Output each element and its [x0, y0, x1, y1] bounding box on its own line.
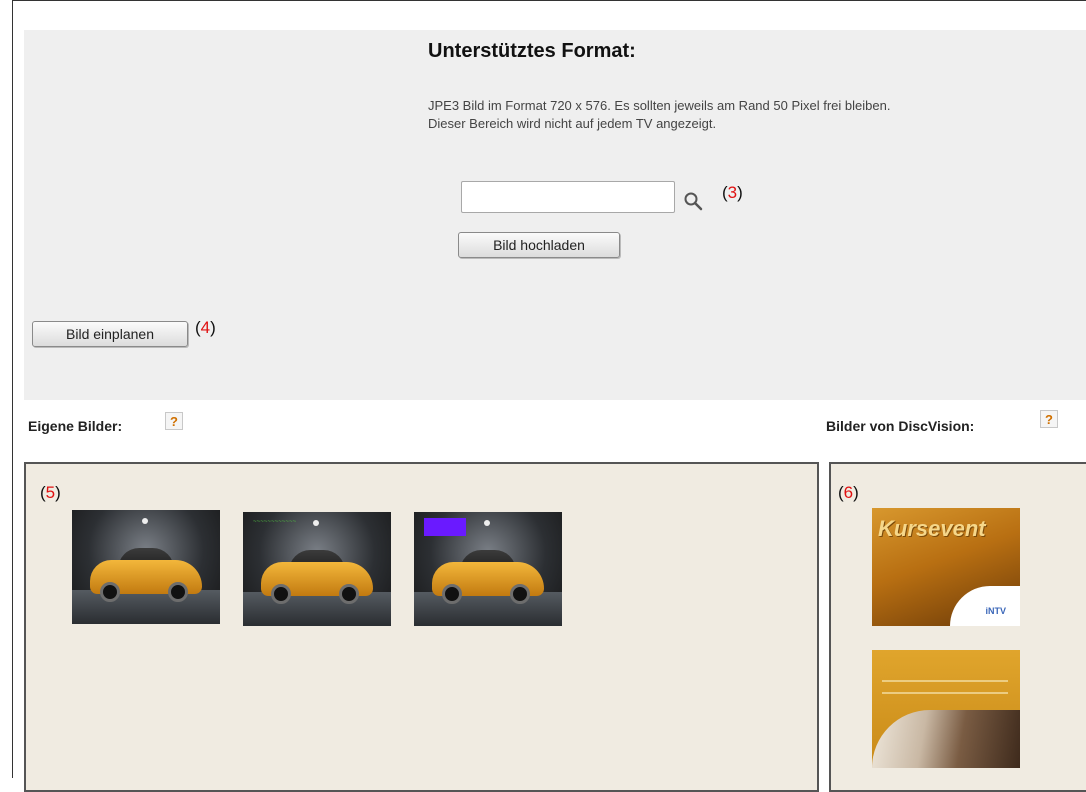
- wheel-shape: [339, 584, 359, 604]
- callout-5: (5): [40, 483, 61, 503]
- format-heading: Unterstütztes Format:: [428, 40, 636, 62]
- callout-4-close: ): [210, 318, 216, 337]
- moon-icon: [484, 520, 490, 526]
- help-icon-discvision[interactable]: ?: [1040, 410, 1058, 428]
- purple-box-overlay: [424, 518, 466, 536]
- moon-icon: [142, 518, 148, 524]
- callout-3-number: 3: [727, 183, 738, 202]
- callout-4-number: 4: [200, 318, 211, 337]
- discvision-image-thumb-2[interactable]: [872, 650, 1020, 768]
- wheel-shape: [510, 584, 530, 604]
- discvision-images-title: Bilder von DiscVision:: [826, 418, 975, 434]
- callout-3-close: ): [737, 183, 743, 202]
- floor-shape: [414, 592, 562, 626]
- promo-text-lines: [882, 680, 1008, 694]
- moon-icon: [313, 520, 319, 526]
- wheel-shape: [100, 582, 120, 602]
- search-icon[interactable]: [682, 190, 704, 212]
- wheel-shape: [442, 584, 462, 604]
- file-path-input[interactable]: [461, 181, 675, 213]
- callout-4: (4): [195, 318, 216, 338]
- schedule-image-button[interactable]: Bild einplanen: [32, 321, 188, 347]
- floor-shape: [72, 590, 220, 624]
- wheel-shape: [271, 584, 291, 604]
- callout-3: (3): [722, 183, 743, 203]
- floor-shape: [243, 592, 391, 626]
- own-image-thumb-1[interactable]: [72, 510, 220, 624]
- callout-5-close: ): [55, 483, 61, 502]
- callout-6: (6): [838, 483, 859, 503]
- format-description-line2: Dieser Bereich wird nicht auf jedem TV a…: [428, 116, 717, 131]
- format-description-line1: JPE3 Bild im Format 720 x 576. Es sollte…: [428, 98, 891, 113]
- help-icon-own[interactable]: ?: [165, 412, 183, 430]
- kursevent-logo-text: Kursevent: [878, 516, 986, 541]
- wheel-shape: [168, 582, 188, 602]
- green-text-overlay: ~~~~~~~~~~~~: [253, 518, 297, 525]
- own-images-title: Eigene Bilder:: [28, 418, 123, 434]
- intv-logo: iNTV: [985, 606, 1006, 616]
- upload-image-button[interactable]: Bild hochladen: [458, 232, 620, 258]
- promo-image: [872, 710, 1020, 768]
- own-image-thumb-2[interactable]: ~~~~~~~~~~~~: [243, 512, 391, 626]
- format-description: JPE3 Bild im Format 720 x 576. Es sollte…: [428, 97, 1078, 133]
- discvision-image-thumb-1[interactable]: Kursevent iNTV: [872, 508, 1020, 626]
- callout-6-close: ): [853, 483, 859, 502]
- callout-6-number: 6: [843, 483, 854, 502]
- callout-5-number: 5: [45, 483, 56, 502]
- own-image-thumb-3[interactable]: [414, 512, 562, 626]
